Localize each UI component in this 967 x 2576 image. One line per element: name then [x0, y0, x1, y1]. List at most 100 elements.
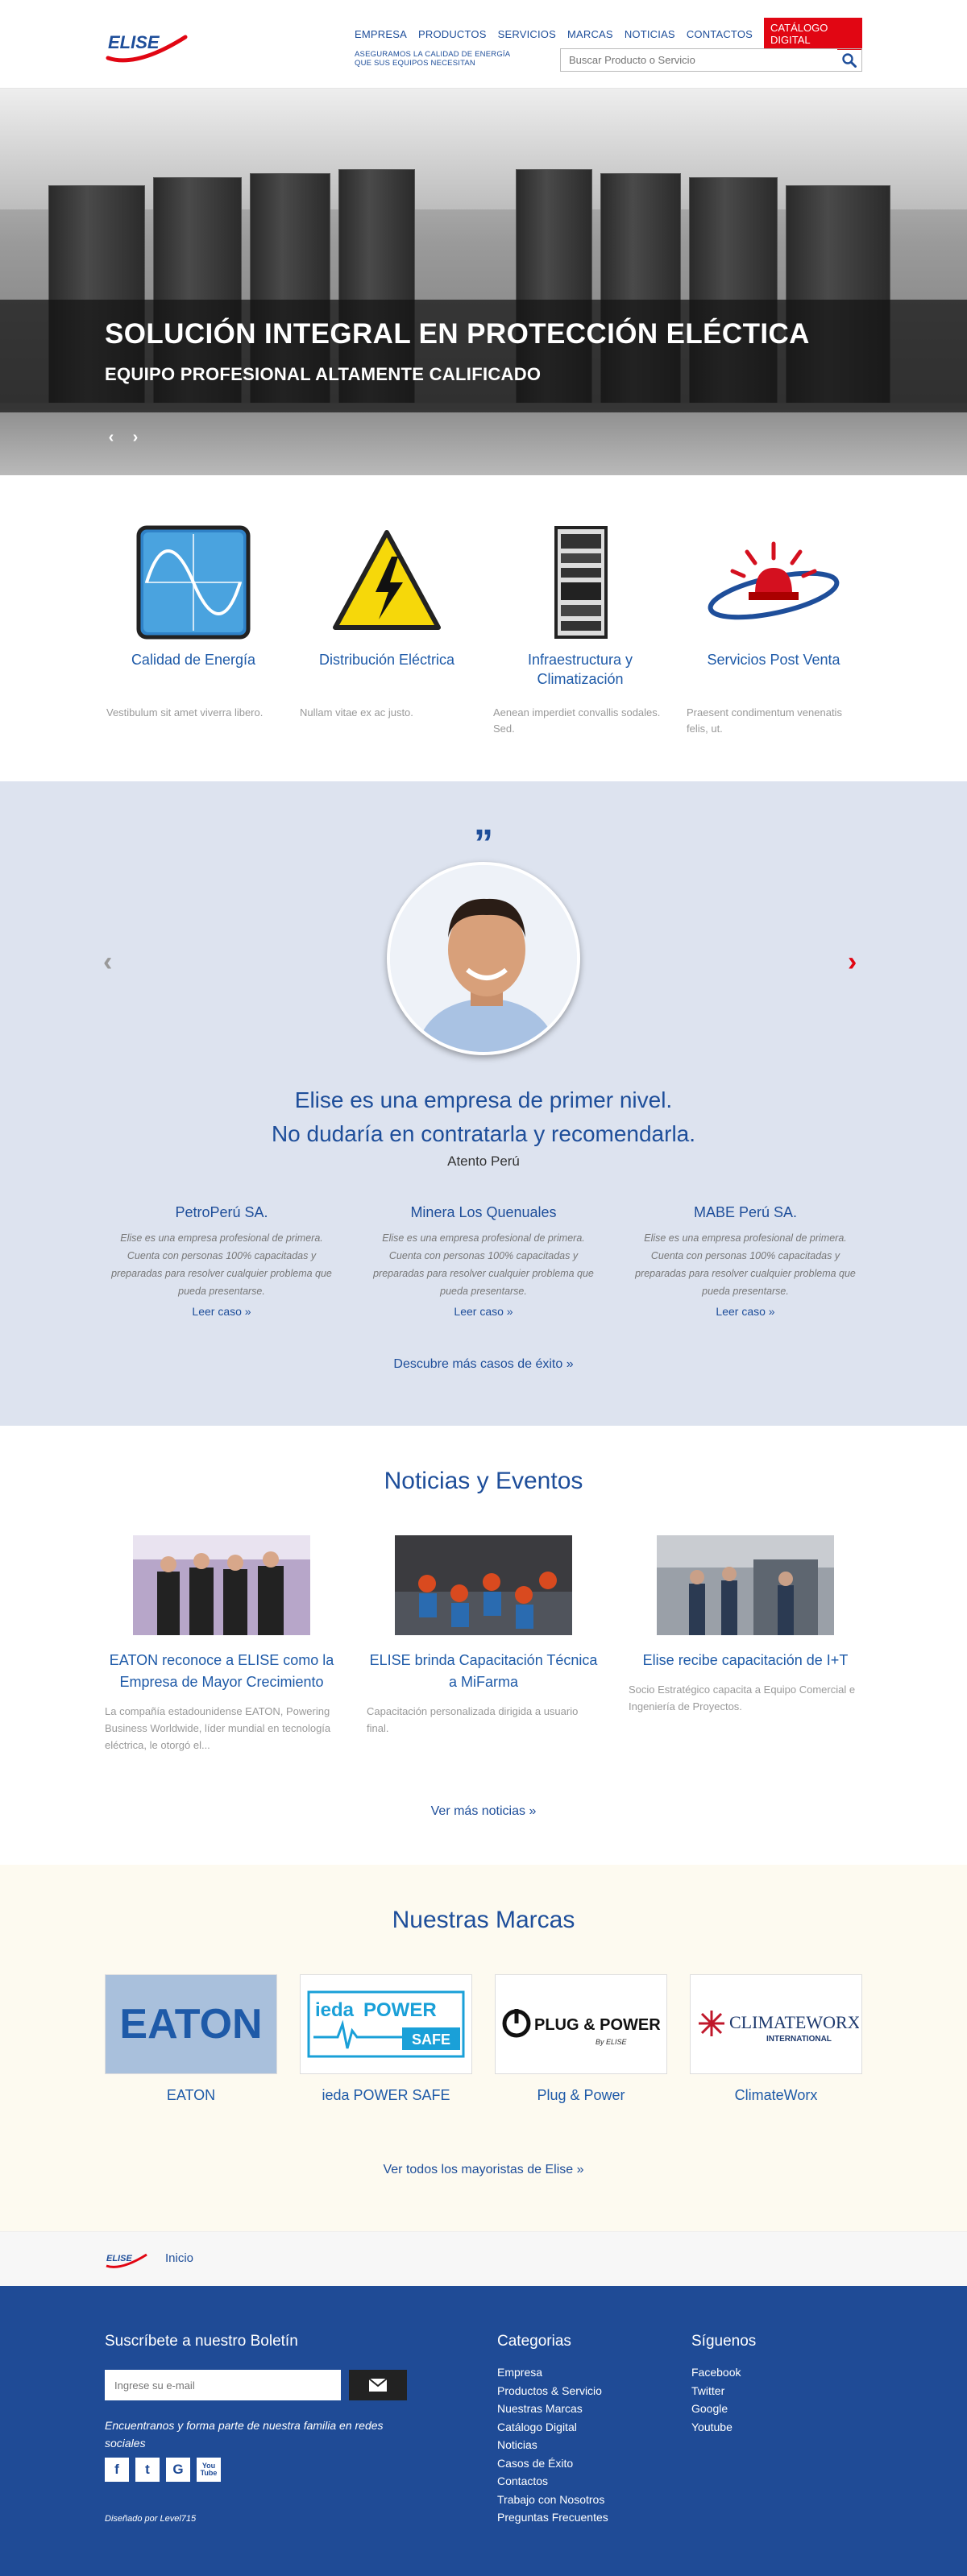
case-company: PetroPerú SA. — [175, 1204, 268, 1220]
testimonial-author: Atento Perú — [447, 1153, 520, 1169]
brand-name: Plug & Power — [537, 2087, 625, 2103]
case-company: Minera Los Quenuales — [410, 1204, 557, 1220]
news-item[interactable]: EATON reconoce a ELISE como la Empresa d… — [105, 1535, 338, 1754]
breadcrumb: ELISE Inicio — [0, 2231, 967, 2286]
service-text: Nullam vitae ex ac justo. — [300, 706, 413, 719]
footer-link[interactable]: Facebook — [691, 2363, 756, 2382]
search-button[interactable] — [837, 49, 861, 71]
service-card-calidad[interactable]: Calidad de Energía Vestibulum sit amet v… — [105, 524, 282, 737]
read-case-link[interactable]: Leer caso » — [629, 1305, 862, 1318]
all-brands-link[interactable]: Ver todos los mayoristas de Elise » — [0, 2163, 967, 2177]
svg-text:INTERNATIONAL: INTERNATIONAL — [766, 2035, 832, 2044]
service-card-postventa[interactable]: Servicios Post Venta Praesent condimentu… — [685, 524, 862, 737]
hero-slider: SOLUCIÓN INTEGRAL EN PROTECCIÓN ELÉCTICA… — [0, 89, 967, 475]
brand-plugpower[interactable]: PLUG & POWER By ELISE Plug & Power — [495, 1974, 667, 2104]
social-icons: f t G You Tube — [105, 2458, 221, 2482]
footer-link[interactable]: Contactos — [497, 2472, 608, 2491]
news-item[interactable]: ELISE brinda Capacitación Técnica a MiFa… — [367, 1535, 600, 1754]
service-title: Distribución Eléctrica — [318, 652, 455, 668]
hero-arrows: ‹ › — [103, 429, 143, 447]
service-title: Calidad de Energía — [131, 652, 256, 668]
footer-link[interactable]: Productos & Servicio — [497, 2382, 608, 2400]
site-footer: Suscríbete a nuestro Boletín Encuentrano… — [0, 2286, 967, 2576]
svg-text:ieda: ieda — [315, 1999, 355, 2021]
brand-name: ClimateWorx — [734, 2087, 818, 2103]
footer-link[interactable]: Empresa — [497, 2363, 608, 2382]
nav-contactos[interactable]: CONTACTOS — [687, 28, 753, 40]
case-text: Elise es una empresa profesional de prim… — [373, 1232, 594, 1297]
elise-logo[interactable]: ELISE — [105, 21, 200, 68]
footer-link[interactable]: Nuestras Marcas — [497, 2400, 608, 2418]
case-item: PetroPerú SA. Elise es una empresa profe… — [105, 1204, 338, 1318]
search-input[interactable] — [561, 49, 837, 71]
footer-follow: Síguenos Facebook Twitter Google Youtube — [691, 2333, 756, 2436]
footer-link[interactable]: Trabajo con Nosotros — [497, 2491, 608, 2509]
footer-link[interactable]: Noticias — [497, 2436, 608, 2454]
service-text: Praesent condimentum venenatis felis, ut… — [687, 706, 842, 735]
hero-prev-icon[interactable]: ‹ — [103, 429, 119, 447]
read-case-link[interactable]: Leer caso » — [367, 1305, 600, 1318]
footer-link[interactable]: Casos de Éxito — [497, 2454, 608, 2473]
brand-climateworx[interactable]: CLIMATEWORX INTERNATIONAL ClimateWorx — [690, 1974, 862, 2104]
elise-logo-small[interactable]: ELISE — [105, 2248, 151, 2275]
footer-link[interactable]: Catálogo Digital — [497, 2418, 608, 2437]
sine-wave-icon — [136, 525, 251, 639]
brand-ieda[interactable]: ieda POWER SAFE ieda POWER SAFE — [300, 1974, 472, 2104]
services-section: Calidad de Energía Vestibulum sit amet v… — [0, 475, 967, 781]
news-summary: Capacitación personalizada dirigida a us… — [367, 1705, 579, 1734]
newsletter-email-input[interactable] — [105, 2370, 341, 2400]
nav-marcas[interactable]: MARCAS — [567, 28, 613, 40]
footer-link[interactable]: Preguntas Frecuentes — [497, 2508, 608, 2527]
newsletter-submit-button[interactable] — [349, 2370, 407, 2400]
breadcrumb-home[interactable]: Inicio — [165, 2251, 193, 2265]
footer-link[interactable]: Youtube — [691, 2418, 756, 2437]
service-title: Infraestructura y Climatización — [527, 652, 633, 687]
testimonial-next-icon[interactable]: › — [848, 946, 857, 978]
more-cases-link[interactable]: Descubre más casos de éxito » — [0, 1357, 967, 1372]
news-image — [133, 1535, 310, 1635]
twitter-icon[interactable]: t — [135, 2458, 160, 2482]
plugpower-logo: PLUG & POWER By ELISE — [495, 1974, 667, 2074]
news-summary: Socio Estratégico capacita a Equipo Come… — [629, 1684, 856, 1713]
youtube-icon[interactable]: You Tube — [197, 2458, 221, 2482]
brand-name: ieda POWER SAFE — [322, 2087, 450, 2103]
footer-link[interactable]: Twitter — [691, 2382, 756, 2400]
nav-productos[interactable]: PRODUCTOS — [418, 28, 487, 40]
main-nav: EMPRESA PRODUCTOS SERVICIOS MARCAS NOTIC… — [355, 18, 862, 50]
service-card-infraestructura[interactable]: Infraestructura y Climatización Aenean i… — [492, 524, 669, 737]
news-headline[interactable]: ELISE brinda Capacitación Técnica a MiFa… — [367, 1650, 600, 1693]
more-news-link[interactable]: Ver más noticias » — [0, 1804, 967, 1819]
svg-text:POWER: POWER — [363, 1999, 437, 2021]
quote-line: Elise es una empresa de primer nivel. — [294, 1087, 673, 1112]
news-image — [395, 1535, 572, 1635]
svg-text:SAFE: SAFE — [412, 2031, 450, 2048]
social-invite-text: Encuentranos y forma parte de nuestra fa… — [105, 2419, 384, 2450]
nav-empresa[interactable]: EMPRESA — [355, 28, 407, 40]
facebook-icon[interactable]: f — [105, 2458, 129, 2482]
google-icon[interactable]: G — [166, 2458, 190, 2482]
hero-next-icon[interactable]: › — [127, 429, 143, 447]
news-title: Noticias y Eventos — [384, 1468, 583, 1494]
news-headline[interactable]: Elise recibe capacitación de I+T — [629, 1650, 862, 1671]
read-case-link[interactable]: Leer caso » — [105, 1305, 338, 1318]
footer-link[interactable]: Google — [691, 2400, 756, 2418]
news-summary: La compañía estadounidense EATON, Poweri… — [105, 1705, 331, 1751]
catalog-button[interactable]: CATÁLOGO DIGITAL — [764, 18, 862, 50]
service-text: Vestibulum sit amet viverra libero. — [106, 706, 264, 719]
testimonial-quote: Elise es una empresa de primer nivel. No… — [0, 1083, 967, 1151]
case-item: Minera Los Quenuales Elise es una empres… — [367, 1204, 600, 1318]
news-headline[interactable]: EATON reconoce a ELISE como la Empresa d… — [105, 1650, 338, 1693]
testimonial-prev-icon[interactable]: ‹ — [103, 946, 112, 978]
case-company: MABE Perú SA. — [693, 1204, 798, 1220]
nav-noticias[interactable]: NOTICIAS — [625, 28, 675, 40]
service-text: Aenean imperdiet convallis sodales. Sed. — [493, 706, 661, 735]
news-section: Noticias y Eventos EATON reconoce a ELIS… — [0, 1426, 967, 1865]
svg-text:ELISE: ELISE — [108, 32, 160, 52]
success-cases: PetroPerú SA. Elise es una empresa profe… — [105, 1204, 862, 1318]
news-item[interactable]: Elise recibe capacitación de I+T Socio E… — [629, 1535, 862, 1754]
service-title: Servicios Post Venta — [707, 652, 840, 668]
service-card-distribucion[interactable]: Distribución Eléctrica Nullam vitae ex a… — [298, 524, 475, 737]
brand-eaton[interactable]: EATON EATON — [105, 1974, 277, 2104]
svg-text:By ELISE: By ELISE — [596, 2038, 628, 2046]
nav-servicios[interactable]: SERVICIOS — [498, 28, 556, 40]
